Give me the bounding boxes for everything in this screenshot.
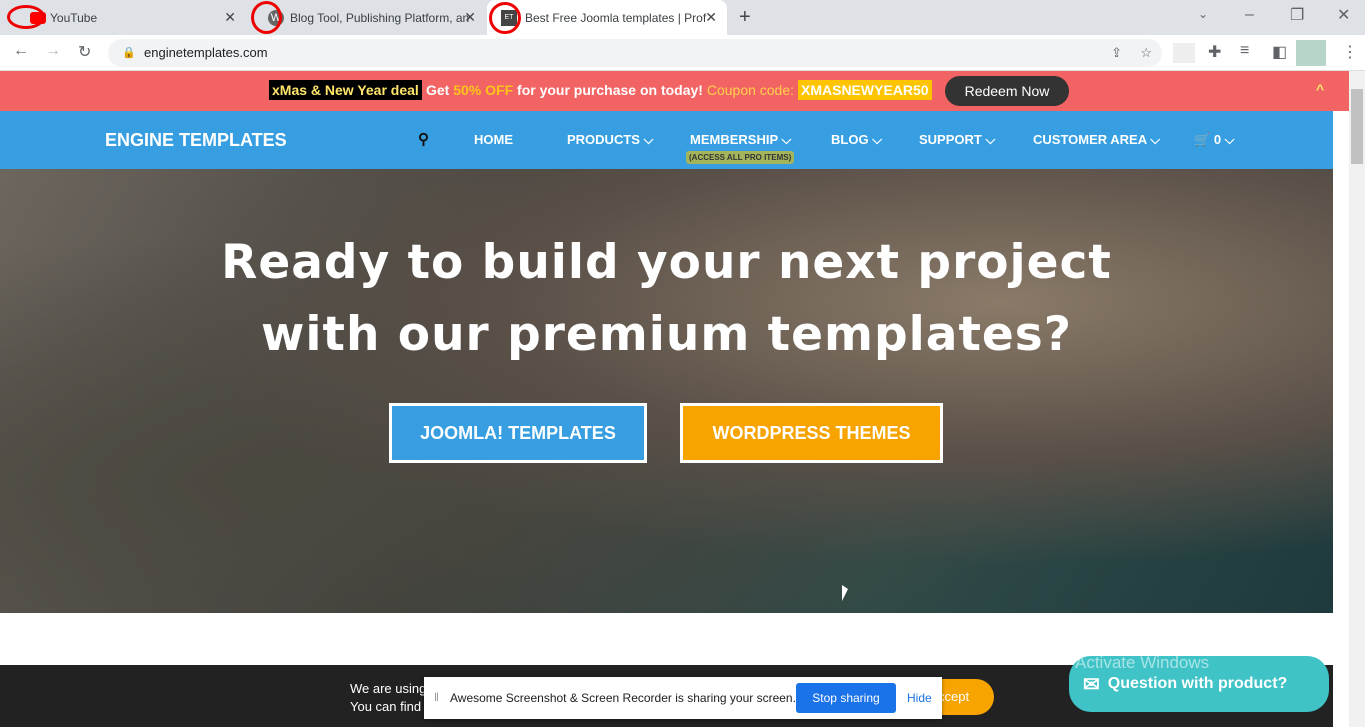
url-input[interactable]: 🔒 enginetemplates.com ⇪ ☆ (108, 39, 1162, 67)
nav-support[interactable]: SUPPORT ⌵ (919, 132, 995, 148)
stop-sharing-button[interactable]: Stop sharing (796, 683, 896, 713)
close-tab-icon[interactable]: ✕ (705, 9, 717, 26)
puzzle-icon[interactable]: ✚ (1208, 42, 1221, 62)
close-tab-icon[interactable]: ✕ (464, 9, 476, 26)
annotation-circle (489, 2, 521, 34)
address-bar: ← → ↻ 🔒 enginetemplates.com ⇪ ☆ ✚ ≡ ◧ ⋮ (0, 35, 1365, 71)
tab-engine-templates[interactable]: ET Best Free Joomla templates | Prof ✕ (487, 0, 727, 35)
tab-search-icon[interactable]: ⌄ (1198, 7, 1208, 21)
lock-icon: 🔒 (122, 47, 136, 59)
main-nav: ENGINE TEMPLATES ⚲ HOME PRODUCTS ⌵ MEMBE… (0, 111, 1333, 169)
side-panel-icon[interactable]: ◧ (1272, 42, 1287, 62)
search-icon[interactable]: ⚲ (418, 130, 429, 148)
share-icon[interactable]: ⇪ (1111, 39, 1122, 67)
coupon-code: XMASNEWYEAR50 (798, 80, 932, 100)
extension-icon[interactable] (1173, 43, 1195, 63)
bookmark-star-icon[interactable]: ☆ (1140, 39, 1152, 67)
annotation-circle (7, 5, 45, 29)
logo[interactable]: ENGINE TEMPLATES (105, 130, 287, 151)
back-icon[interactable]: ← (13, 42, 29, 60)
collapse-chevron-icon[interactable]: ^ (1316, 81, 1324, 97)
annotation-circle (251, 1, 282, 34)
hide-button[interactable]: Hide (907, 691, 932, 705)
nav-customer-area[interactable]: CUSTOMER AREA ⌵ (1033, 132, 1160, 148)
nav-home[interactable]: HOME (474, 132, 513, 147)
hero: Ready to build your next project with our… (0, 169, 1333, 613)
close-tab-icon[interactable]: ✕ (224, 9, 236, 26)
nav-membership[interactable]: MEMBERSHIP ⌵ (690, 132, 791, 148)
wordpress-themes-button[interactable]: WORDPRESS THEMES (680, 403, 943, 463)
deal-label: xMas & New Year deal (269, 80, 422, 100)
redeem-now-button[interactable]: Redeem Now (945, 76, 1069, 106)
mouse-cursor (842, 585, 848, 601)
tab-bar: YouTube ✕ W Blog Tool, Publishing Platfo… (0, 0, 1365, 35)
promo-text: Get 50% OFF for your purchase on today! … (426, 82, 795, 98)
cart[interactable]: 🛒 0 ⌵ (1194, 132, 1235, 148)
close-window-icon[interactable]: ✕ (1337, 5, 1350, 25)
restore-icon[interactable]: ❐ (1290, 5, 1304, 25)
tab-wordpress[interactable]: W Blog Tool, Publishing Platform, an ✕ (250, 0, 486, 35)
nav-blog[interactable]: BLOG ⌵ (831, 132, 882, 148)
screen-share-bar: ‖ Awesome Screenshot & Screen Recorder i… (424, 677, 942, 719)
minimize-icon[interactable]: – (1245, 6, 1254, 24)
nav-products[interactable]: PRODUCTS ⌵ (567, 132, 653, 148)
windows-watermark: Activate Windows (1075, 653, 1210, 672)
forward-icon[interactable]: → (45, 42, 61, 60)
media-icon[interactable]: ≡ (1240, 42, 1249, 60)
menu-icon[interactable]: ⋮ (1342, 42, 1358, 62)
promo-banner: xMas & New Year deal Get 50% OFF for you… (0, 71, 1349, 111)
cart-icon: 🛒 (1194, 132, 1211, 147)
joomla-templates-button[interactable]: JOOMLA! TEMPLATES (389, 403, 647, 463)
hero-heading: Ready to build your next project with our… (221, 235, 1112, 362)
membership-badge: (ACCESS ALL PRO ITEMS) (686, 151, 795, 164)
profile-avatar[interactable] (1296, 40, 1326, 66)
reload-icon[interactable]: ↻ (78, 42, 91, 62)
scrollbar[interactable] (1349, 71, 1365, 727)
new-tab-icon[interactable]: + (739, 6, 751, 29)
envelope-icon: ✉ (1083, 673, 1100, 696)
